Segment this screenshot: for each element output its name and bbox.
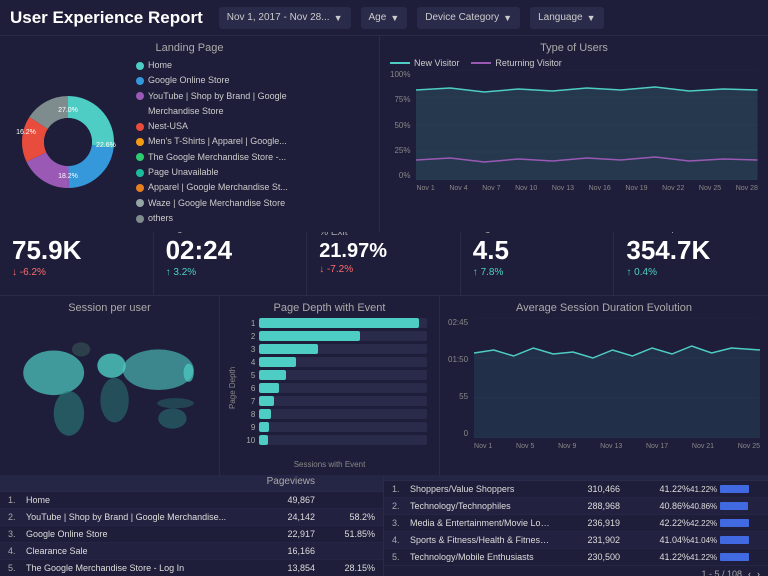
svg-text:18.2%: 18.2% bbox=[58, 173, 78, 180]
legend-item-youtube: YouTube | Shop by Brand | Google bbox=[136, 89, 288, 104]
donut-chart: 27.0% 22.6% 18.2% 16.2% bbox=[8, 82, 128, 202]
landing-page-legend: Home Google Online Store YouTube | Shop … bbox=[136, 58, 288, 226]
chevron-down-icon: ▼ bbox=[503, 13, 512, 23]
donut-container: 27.0% 22.6% 18.2% 16.2% Home Google Onli… bbox=[8, 58, 371, 226]
right-table-row: 1. Shoppers/Value Shoppers 310,466 41.22… bbox=[384, 481, 768, 498]
avg-session-title: Average Session Duration Evolution bbox=[448, 302, 760, 314]
type-of-users-title: Type of Users bbox=[390, 42, 758, 54]
chevron-down-icon: ▼ bbox=[390, 13, 399, 23]
type-of-users-chart: 100% 75% 50% 25% 0% bbox=[390, 70, 758, 192]
right-table-row: 3. Media & Entertainment/Movie Lovers 23… bbox=[384, 515, 768, 532]
left-table-body: 1. Home 49,867 2. YouTube | Shop by Bran… bbox=[0, 492, 383, 576]
right-table-body: 1. Shoppers/Value Shoppers 310,466 41.22… bbox=[384, 481, 768, 566]
svg-text:16.2%: 16.2% bbox=[16, 129, 36, 136]
type-of-users-legend: New Visitor Returning Visitor bbox=[390, 58, 758, 68]
bar-row-10: 10 bbox=[246, 435, 427, 445]
session-per-user-panel: Session per user bbox=[0, 296, 220, 475]
landing-page-title: Landing Page bbox=[8, 42, 371, 54]
page-depth-x-label: Sessions with Event bbox=[228, 460, 431, 469]
bar-row-4: 4 bbox=[246, 357, 427, 367]
kpi-goal-change: ↑ 0.4% bbox=[626, 267, 756, 278]
legend-new-visitor: New Visitor bbox=[390, 58, 459, 68]
legend-item-home: Home bbox=[136, 58, 288, 73]
world-map-svg bbox=[8, 318, 211, 458]
bar-row-9: 9 bbox=[246, 422, 427, 432]
legend-returning-visitor: Returning Visitor bbox=[471, 58, 561, 68]
kpi-exit-value: 21.97% bbox=[319, 240, 448, 262]
kpi-users-change: ↓ -6.2% bbox=[12, 267, 141, 278]
page-title: User Experience Report bbox=[10, 8, 203, 28]
legend-item-tshirts: Men's T-Shirts | Apparel | Google... bbox=[136, 134, 288, 149]
bar-row-8: 8 bbox=[246, 409, 427, 419]
legend-item-others: others bbox=[136, 211, 288, 226]
left-table-row: 5. The Google Merchandise Store - Log In… bbox=[0, 560, 383, 576]
language-filter[interactable]: Language ▼ bbox=[530, 7, 603, 29]
bar-row-5: 5 bbox=[246, 370, 427, 380]
landing-page-panel: Landing Page 27.0% 22.6 bbox=[0, 36, 380, 232]
legend-item-nest: Nest-USA bbox=[136, 119, 288, 134]
kpi-goal-value: 354.7K bbox=[626, 236, 756, 265]
header: User Experience Report Nov 1, 2017 - Nov… bbox=[0, 0, 768, 36]
kpi-session-value: 02:24 bbox=[166, 236, 295, 265]
right-table-row: 2. Technology/Technophiles 288,968 40.86… bbox=[384, 498, 768, 515]
kpi-session-change: ↑ 3.2% bbox=[166, 267, 295, 278]
page-depth-panel: Page Depth with Event Page Depth 1 2 3 bbox=[220, 296, 440, 475]
kpi-pages-change: ↑ 7.8% bbox=[473, 267, 602, 278]
left-table-row: 2. YouTube | Shop by Brand | Google Merc… bbox=[0, 509, 383, 526]
row3: Session per user bbox=[0, 296, 768, 461]
session-per-user-title: Session per user bbox=[8, 302, 211, 314]
avg-session-y-labels: 02:45 01:50 55 0 bbox=[448, 318, 470, 438]
kpi-users-value: 75.9K bbox=[12, 236, 141, 265]
avg-session-duration-panel: Average Session Duration Evolution 02:45… bbox=[440, 296, 768, 475]
right-prev-page-button[interactable]: ‹ bbox=[748, 569, 751, 576]
avg-session-svg bbox=[474, 318, 760, 438]
page-depth-y-label: Page Depth bbox=[228, 318, 242, 458]
type-of-users-panel: Type of Users New Visitor Returning Visi… bbox=[380, 36, 768, 232]
y-axis-labels: 100% 75% 50% 25% 0% bbox=[390, 70, 412, 180]
left-table-row: 1. Home 49,867 bbox=[0, 492, 383, 509]
page-depth-bars: 1 2 3 4 5 bbox=[242, 318, 431, 458]
svg-text:22.6%: 22.6% bbox=[96, 142, 116, 149]
left-table-row: 3. Google Online Store 22,917 51.85% bbox=[0, 526, 383, 543]
right-table-row: 4. Sports & Fitness/Health & Fitness B..… bbox=[384, 532, 768, 549]
legend-item-unavailable: Page Unavailable bbox=[136, 165, 288, 180]
bar-row-6: 6 bbox=[246, 383, 427, 393]
age-filter[interactable]: Age ▼ bbox=[361, 7, 408, 29]
device-filter[interactable]: Device Category ▼ bbox=[417, 7, 520, 29]
kpi-pages-value: 4.5 bbox=[473, 236, 602, 265]
left-table-row: 4. Clearance Sale 16,166 bbox=[0, 543, 383, 560]
left-table-panel: Page Title Unique Pageviews Page Title U… bbox=[0, 461, 384, 576]
right-next-page-button[interactable]: › bbox=[757, 569, 760, 576]
chevron-down-icon: ▼ bbox=[334, 13, 343, 23]
legend-item-merch-store: The Google Merchandise Store -... bbox=[136, 150, 288, 165]
kpi-exit-change: ↓ -7.2% bbox=[319, 264, 448, 275]
svg-text:27.0%: 27.0% bbox=[58, 107, 78, 114]
right-table-panel: Affinity Category (reach) Event Value ▼ … bbox=[384, 461, 768, 576]
type-of-users-svg bbox=[416, 70, 758, 180]
bar-row-3: 3 bbox=[246, 344, 427, 354]
legend-item-google-store: Google Online Store bbox=[136, 73, 288, 88]
avg-session-x-labels: Nov 1Nov 5Nov 9Nov 13 Nov 17Nov 21Nov 25 bbox=[474, 443, 760, 450]
right-table-pagination: 1 - 5 / 108 ‹ › bbox=[384, 566, 768, 576]
chevron-down-icon: ▼ bbox=[587, 13, 596, 23]
legend-item-waze: Waze | Google Merchandise Store bbox=[136, 196, 288, 211]
bar-row-1: 1 bbox=[246, 318, 427, 328]
legend-item-apparel: Apparel | Google Merchandise St... bbox=[136, 180, 288, 195]
page-depth-title: Page Depth with Event bbox=[228, 302, 431, 314]
row1: Landing Page 27.0% 22.6 bbox=[0, 36, 768, 206]
row4: Page Title Unique Pageviews Page Title U… bbox=[0, 461, 768, 576]
x-axis-labels: Nov 1Nov 4Nov 7Nov 10 Nov 13Nov 16Nov 19… bbox=[416, 185, 758, 192]
bar-row-2: 2 bbox=[246, 331, 427, 341]
bar-row-7: 7 bbox=[246, 396, 427, 406]
date-filter[interactable]: Nov 1, 2017 - Nov 28... ▼ bbox=[219, 7, 351, 29]
main-grid: Landing Page 27.0% 22.6 bbox=[0, 36, 768, 576]
right-table-row: 5. Technology/Mobile Enthusiasts 230,500… bbox=[384, 549, 768, 566]
